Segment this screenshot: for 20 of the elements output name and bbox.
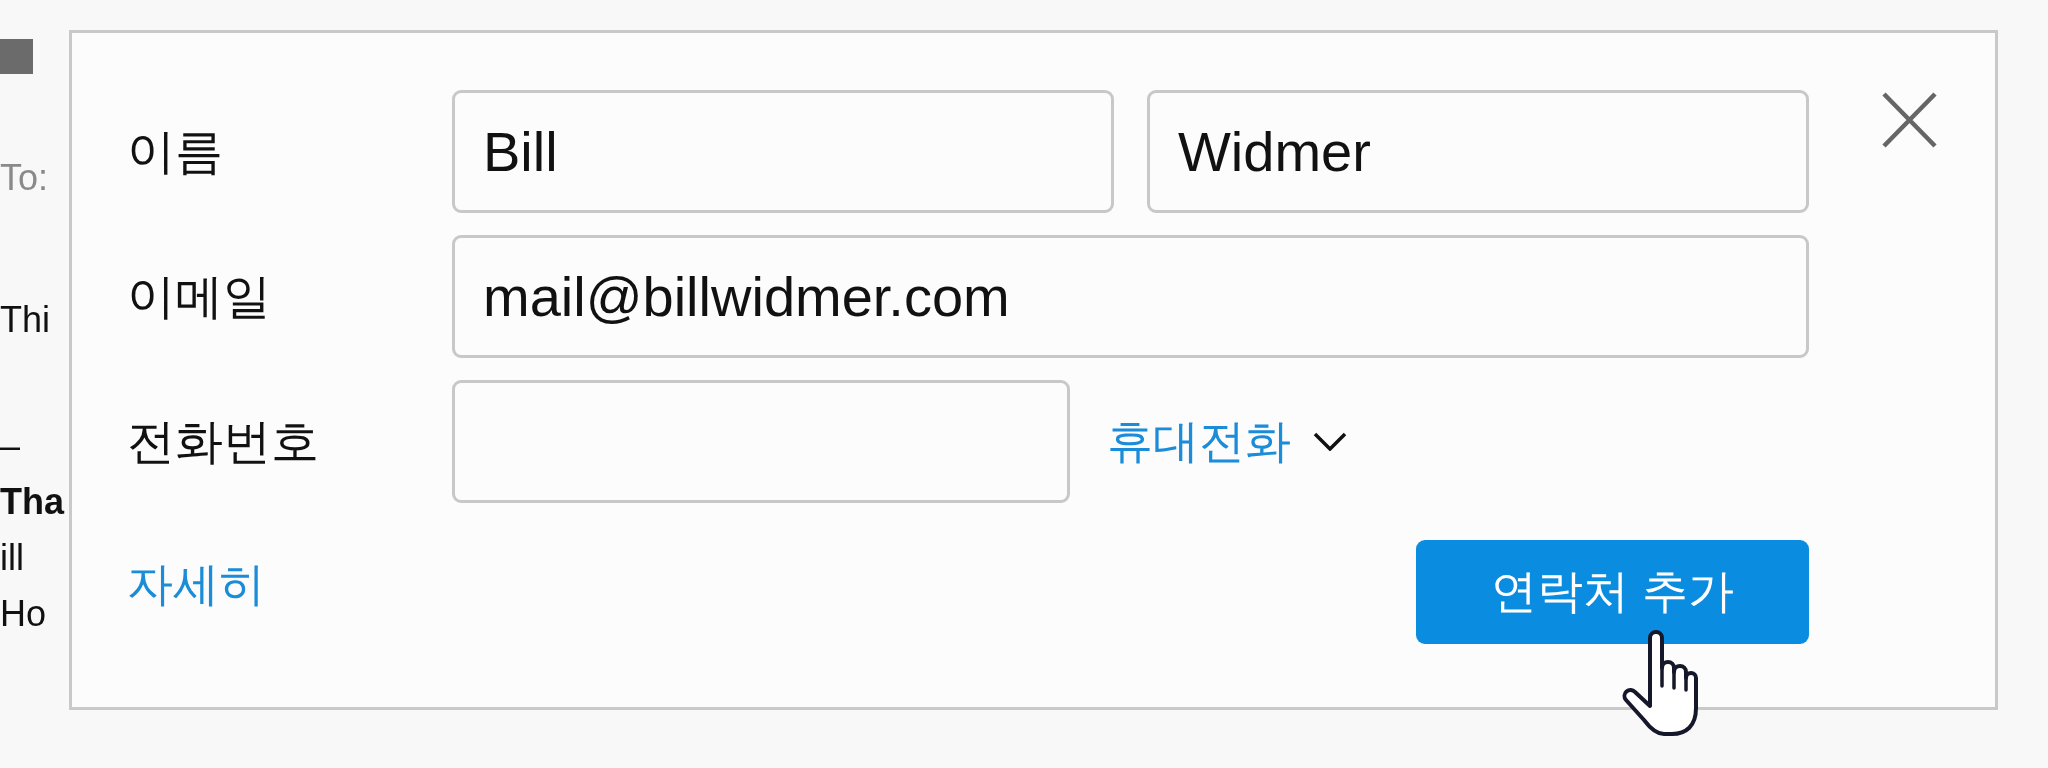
- chevron-down-icon: [1313, 432, 1347, 451]
- signature-line: Tha: [0, 480, 64, 524]
- add-contact-button[interactable]: 연락처 추가: [1416, 540, 1809, 644]
- field-label: 이메일: [127, 268, 271, 325]
- close-button[interactable]: [1882, 92, 1937, 148]
- email-field[interactable]: mail@billwidmer.com: [452, 235, 1809, 358]
- field-label: 이름: [127, 123, 223, 180]
- to-label: To:: [0, 156, 49, 200]
- phone-field[interactable]: [452, 380, 1070, 503]
- signature-line: ill: [0, 536, 24, 580]
- phone-type-dropdown[interactable]: 휴대전화: [1107, 410, 1347, 473]
- first-name-field[interactable]: Bill: [452, 90, 1114, 213]
- more-link[interactable]: 자세히: [127, 553, 265, 616]
- last-name-field[interactable]: Widmer: [1147, 90, 1809, 213]
- close-icon: [1882, 92, 1937, 148]
- square-icon: [0, 39, 33, 74]
- email-body-text: Thi: [0, 298, 50, 342]
- field-label: 전화번호: [127, 413, 319, 470]
- signature-line: –: [0, 424, 21, 468]
- signature-line: Ho: [0, 592, 47, 636]
